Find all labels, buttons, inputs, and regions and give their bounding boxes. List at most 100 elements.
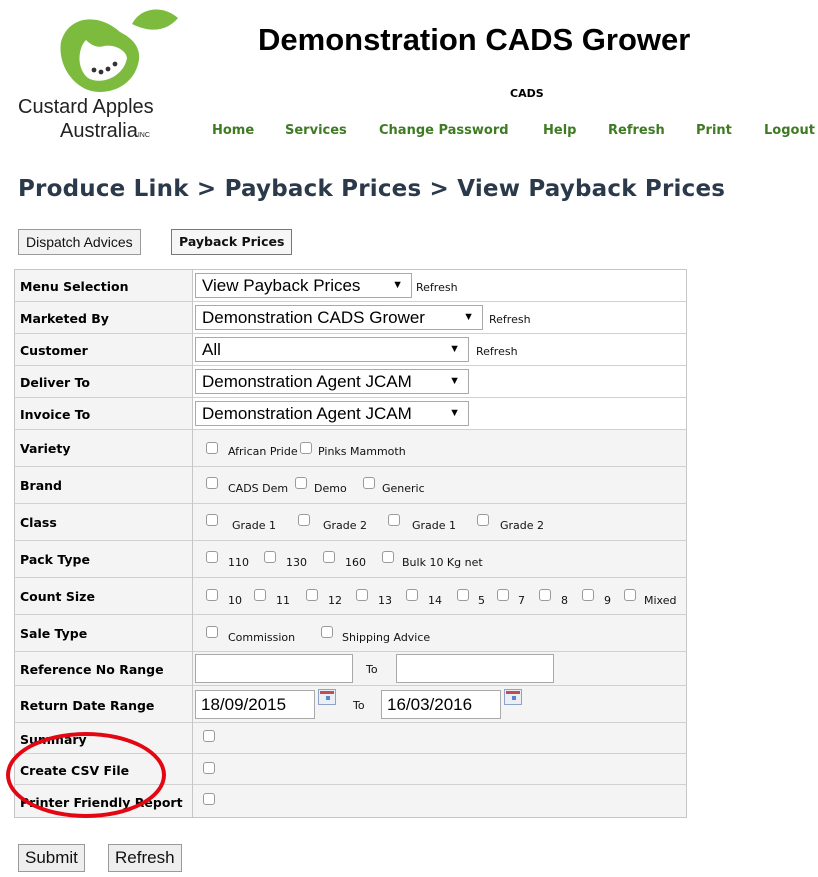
label-brand: Brand bbox=[20, 478, 62, 493]
row-return-date-range: Return Date Range bbox=[14, 686, 687, 723]
marketed-by-select[interactable]: Demonstration CADS Grower ▼ bbox=[195, 305, 483, 330]
annotation-circle bbox=[6, 732, 166, 818]
breadcrumb: Produce Link > Payback Prices > View Pay… bbox=[18, 176, 726, 202]
summary-checkbox[interactable] bbox=[203, 730, 215, 742]
nav-refresh[interactable]: Refresh bbox=[608, 123, 665, 138]
brand-option-label: Demo bbox=[314, 482, 347, 495]
pack-type-option-label: 160 bbox=[345, 556, 366, 569]
brand-checkbox[interactable] bbox=[206, 477, 218, 489]
class-checkbox[interactable] bbox=[388, 514, 400, 526]
logo-text-line1: Custard Apples bbox=[18, 96, 154, 118]
pack-type-checkbox[interactable] bbox=[382, 551, 394, 563]
label-deliver-to: Deliver To bbox=[20, 375, 91, 390]
count-size-option-label: 8 bbox=[561, 594, 568, 607]
deliver-to-select[interactable]: Demonstration Agent JCAM ▼ bbox=[195, 369, 469, 394]
nav-services[interactable]: Services bbox=[285, 123, 347, 138]
class-checkbox[interactable] bbox=[206, 514, 218, 526]
menu-selection-select[interactable]: View Payback Prices ▼ bbox=[195, 273, 412, 298]
return-date-from-input[interactable]: 18/09/2015 bbox=[195, 690, 315, 719]
tab-dispatch-advices[interactable]: Dispatch Advices bbox=[18, 229, 141, 255]
calendar-icon[interactable] bbox=[504, 689, 522, 705]
nav-logout[interactable]: Logout bbox=[764, 123, 815, 138]
logo-text-line2: AustraliaINC bbox=[60, 120, 150, 142]
count-size-option-label: 9 bbox=[604, 594, 611, 607]
brand-checkbox[interactable] bbox=[363, 477, 375, 489]
calendar-icon[interactable] bbox=[318, 689, 336, 705]
brand-checkbox[interactable] bbox=[295, 477, 307, 489]
customer-select[interactable]: All ▼ bbox=[195, 337, 469, 362]
label-menu-selection: Menu Selection bbox=[20, 279, 129, 294]
sale-type-checkbox[interactable] bbox=[206, 626, 218, 638]
count-size-checkbox[interactable] bbox=[582, 589, 594, 601]
label-marketed-by: Marketed By bbox=[20, 311, 109, 326]
variety-option-label: African Pride bbox=[228, 445, 298, 458]
label-customer: Customer bbox=[20, 343, 88, 358]
label-class: Class bbox=[20, 515, 57, 530]
count-size-option-label: 10 bbox=[228, 594, 242, 607]
brand-option-label: CADS Dem bbox=[228, 482, 289, 495]
customer-refresh-link[interactable]: Refresh bbox=[476, 345, 518, 358]
count-size-checkbox[interactable] bbox=[497, 589, 509, 601]
count-size-option-label: 13 bbox=[378, 594, 392, 607]
label-variety: Variety bbox=[20, 441, 71, 456]
invoice-to-select[interactable]: Demonstration Agent JCAM ▼ bbox=[195, 401, 469, 426]
printer-friendly-checkbox[interactable] bbox=[203, 793, 215, 805]
count-size-option-label: 12 bbox=[328, 594, 342, 607]
chevron-down-icon: ▼ bbox=[449, 407, 460, 419]
create-csv-checkbox[interactable] bbox=[203, 762, 215, 774]
class-option-label: Grade 2 bbox=[323, 519, 368, 532]
class-checkbox[interactable] bbox=[477, 514, 489, 526]
form-column-divider bbox=[192, 269, 193, 818]
pack-type-checkbox[interactable] bbox=[264, 551, 276, 563]
nav-change-password[interactable]: Change Password bbox=[379, 123, 509, 138]
site-title: Demonstration CADS Grower bbox=[258, 22, 691, 57]
chevron-down-icon: ▼ bbox=[449, 375, 460, 387]
count-size-checkbox[interactable] bbox=[306, 589, 318, 601]
site-subtitle: CADS bbox=[510, 87, 544, 100]
logo-suffix: INC bbox=[137, 132, 150, 139]
label-sale-type: Sale Type bbox=[20, 626, 88, 641]
count-size-checkbox[interactable] bbox=[624, 589, 636, 601]
chevron-down-icon: ▼ bbox=[463, 311, 474, 323]
class-option-label: Grade 1 bbox=[412, 519, 457, 532]
reference-to-label: To bbox=[366, 663, 378, 676]
chevron-down-icon: ▼ bbox=[449, 343, 460, 355]
sale-type-option-label: Commission bbox=[228, 631, 296, 644]
count-size-option-label: 11 bbox=[276, 594, 290, 607]
reference-from-input[interactable] bbox=[195, 654, 353, 683]
menu-selection-refresh-link[interactable]: Refresh bbox=[416, 281, 458, 294]
label-return-date-range: Return Date Range bbox=[20, 698, 155, 713]
class-checkbox[interactable] bbox=[298, 514, 310, 526]
pack-type-checkbox[interactable] bbox=[323, 551, 335, 563]
nav-home[interactable]: Home bbox=[212, 123, 254, 138]
count-size-checkbox[interactable] bbox=[206, 589, 218, 601]
nav-print[interactable]: Print bbox=[696, 123, 732, 138]
count-size-checkbox[interactable] bbox=[457, 589, 469, 601]
label-invoice-to: Invoice To bbox=[20, 407, 91, 422]
submit-button[interactable]: Submit bbox=[18, 844, 85, 872]
count-size-checkbox[interactable] bbox=[356, 589, 368, 601]
pack-type-option-label: Bulk 10 Kg net bbox=[402, 556, 483, 569]
variety-checkbox[interactable] bbox=[206, 442, 218, 454]
return-date-to-label: To bbox=[353, 699, 365, 712]
count-size-checkbox[interactable] bbox=[539, 589, 551, 601]
variety-checkbox[interactable] bbox=[300, 442, 312, 454]
refresh-button[interactable]: Refresh bbox=[108, 844, 182, 872]
chevron-down-icon: ▼ bbox=[392, 279, 403, 291]
sale-type-checkbox[interactable] bbox=[321, 626, 333, 638]
count-size-checkbox[interactable] bbox=[254, 589, 266, 601]
label-count-size: Count Size bbox=[20, 589, 95, 604]
label-reference-no-range: Reference No Range bbox=[20, 662, 164, 677]
nav-help[interactable]: Help bbox=[543, 123, 576, 138]
label-pack-type: Pack Type bbox=[20, 552, 90, 567]
count-size-option-label: 5 bbox=[478, 594, 485, 607]
count-size-option-label: 7 bbox=[518, 594, 525, 607]
count-size-checkbox[interactable] bbox=[406, 589, 418, 601]
pack-type-checkbox[interactable] bbox=[206, 551, 218, 563]
marketed-by-refresh-link[interactable]: Refresh bbox=[489, 313, 531, 326]
reference-to-input[interactable] bbox=[396, 654, 554, 683]
count-size-option-label: 14 bbox=[428, 594, 442, 607]
return-date-to-input[interactable]: 16/03/2016 bbox=[381, 690, 501, 719]
sale-type-option-label: Shipping Advice bbox=[342, 631, 431, 644]
tab-payback-prices[interactable]: Payback Prices bbox=[171, 229, 293, 255]
